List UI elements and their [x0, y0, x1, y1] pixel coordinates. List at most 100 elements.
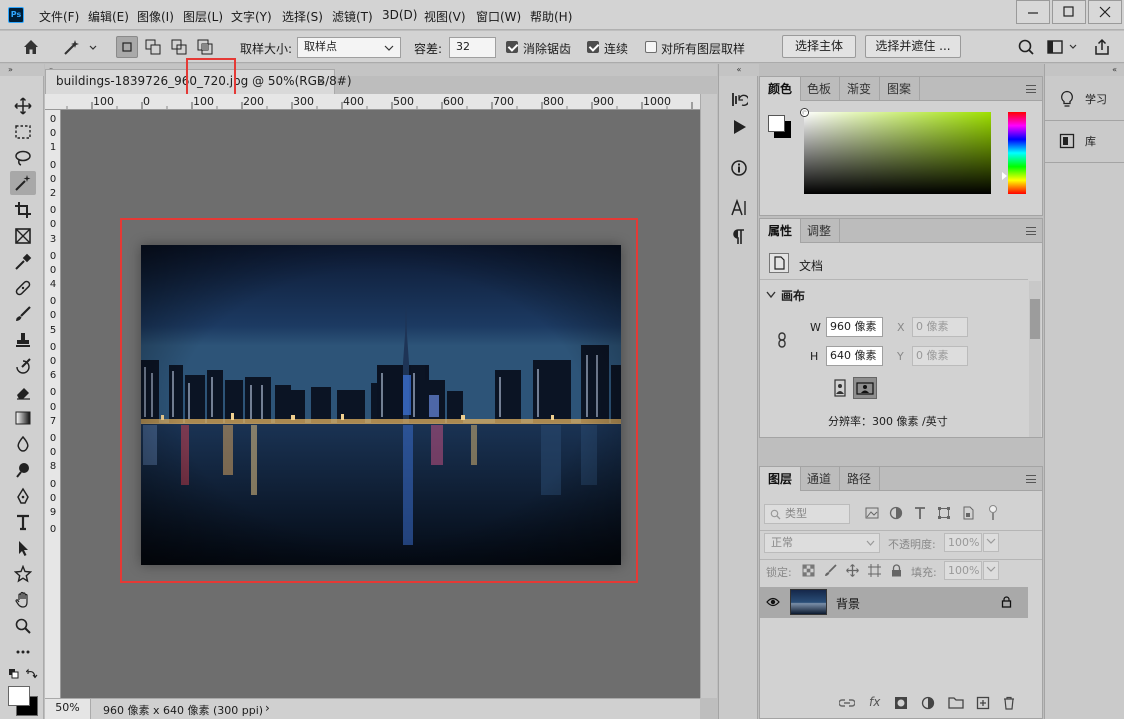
zoom-tool-icon[interactable] [10, 614, 36, 638]
marquee-tool-icon[interactable] [10, 120, 36, 144]
paragraph-panel-icon[interactable] [727, 226, 751, 248]
panel-menu-icon[interactable] [1026, 85, 1036, 93]
hue-slider-handle[interactable] [1002, 172, 1007, 180]
filter-type-icon[interactable] [913, 506, 927, 520]
menu-type[interactable]: 文字(Y) [231, 8, 272, 25]
menu-filter[interactable]: 滤镜(T) [332, 8, 373, 25]
tab-paths[interactable]: 路径 [839, 467, 881, 491]
filter-toggle[interactable] [989, 505, 997, 521]
menu-3d[interactable]: 3D(D) [382, 8, 417, 22]
new-fill-adjustment-icon[interactable] [921, 696, 935, 710]
path-selection-tool-icon[interactable] [10, 536, 36, 560]
type-tool-icon[interactable] [10, 510, 36, 534]
properties-scrollbar[interactable] [1029, 281, 1041, 437]
add-mask-icon[interactable] [894, 696, 908, 710]
color-picker-marker[interactable] [801, 109, 808, 116]
actions-play-icon[interactable] [727, 116, 751, 138]
toolbar-collapse[interactable]: » [0, 64, 44, 76]
home-icon[interactable] [20, 36, 42, 58]
pen-tool-icon[interactable] [10, 484, 36, 508]
panel-menu-icon[interactable] [1026, 227, 1036, 235]
tab-color[interactable]: 颜色 [760, 77, 802, 101]
tab-patterns[interactable]: 图案 [879, 77, 921, 101]
close-tab-icon[interactable]: × [316, 70, 326, 92]
blur-tool-icon[interactable] [10, 432, 36, 456]
filter-smart-object-icon[interactable] [961, 506, 975, 520]
vertical-scrollbar[interactable] [700, 94, 717, 698]
eye-visibility-icon[interactable] [766, 597, 780, 607]
history-panel-icon[interactable] [727, 88, 751, 110]
tab-layers[interactable]: 图层 [760, 467, 802, 491]
tab-swatches[interactable]: 色板 [799, 77, 841, 101]
menu-file[interactable]: 文件(F) [39, 8, 79, 25]
chevron-down-icon[interactable] [766, 291, 776, 299]
document-image[interactable] [141, 245, 621, 565]
character-panel-icon[interactable] [727, 197, 751, 219]
intersect-selection-icon[interactable] [194, 36, 216, 58]
fill-input[interactable]: 100% [944, 561, 982, 580]
tab-gradients[interactable]: 渐变 [839, 77, 881, 101]
eraser-tool-icon[interactable] [10, 380, 36, 404]
fg-color-chip[interactable] [768, 115, 785, 132]
new-layer-icon[interactable] [976, 696, 990, 710]
workspace-switcher[interactable] [1044, 36, 1084, 58]
tab-adjustments[interactable]: 调整 [799, 219, 841, 243]
default-colors-icon[interactable] [8, 668, 20, 680]
link-dimensions-icon[interactable] [777, 332, 789, 348]
filter-pixel-icon[interactable] [865, 506, 879, 520]
lock-all-icon[interactable] [890, 564, 903, 577]
minimize-button[interactable] [1016, 0, 1050, 24]
link-layers-icon[interactable] [839, 696, 855, 710]
share-icon[interactable] [1091, 36, 1113, 58]
select-subject-button[interactable]: 选择主体 [782, 35, 856, 58]
custom-shape-tool-icon[interactable] [10, 562, 36, 586]
menu-edit[interactable]: 编辑(E) [88, 8, 129, 25]
maximize-button[interactable] [1052, 0, 1086, 24]
layer-name[interactable]: 背景 [836, 595, 860, 612]
move-tool-icon[interactable] [10, 94, 36, 118]
zoom-level-field[interactable]: 50% [45, 699, 91, 719]
opacity-input[interactable]: 100% [944, 533, 982, 552]
brush-tool-icon[interactable] [10, 302, 36, 326]
scrollbar-thumb[interactable] [1030, 299, 1040, 339]
panel-menu-icon[interactable] [1026, 475, 1036, 483]
lock-position-icon[interactable] [846, 564, 859, 577]
status-menu-arrow[interactable]: › [265, 701, 270, 715]
height-input[interactable]: 640 像素 [826, 346, 883, 366]
history-brush-tool-icon[interactable] [10, 354, 36, 378]
libraries-panel-button[interactable]: 库 [1051, 124, 1121, 158]
menu-layer[interactable]: 图层(L) [183, 8, 223, 25]
midcol-collapse[interactable]: « [719, 64, 759, 76]
lock-transparent-icon[interactable] [802, 564, 815, 577]
add-to-selection-icon[interactable] [142, 36, 164, 58]
more-tools-icon[interactable] [10, 640, 36, 664]
menu-select[interactable]: 选择(S) [282, 8, 323, 25]
lock-pixels-icon[interactable] [824, 564, 837, 577]
menu-image[interactable]: 图像(I) [137, 8, 174, 25]
menu-window[interactable]: 窗口(W) [476, 8, 521, 25]
contiguous-checkbox[interactable] [587, 41, 599, 53]
healing-brush-tool-icon[interactable] [10, 276, 36, 300]
hand-tool-icon[interactable] [10, 588, 36, 612]
lock-artboard-icon[interactable] [868, 564, 881, 577]
close-window-button[interactable] [1088, 0, 1122, 24]
filter-shape-icon[interactable] [937, 506, 951, 520]
info-panel-icon[interactable] [727, 157, 751, 179]
filter-adjustment-icon[interactable] [889, 506, 903, 520]
learn-panel-button[interactable]: 学习 [1051, 82, 1121, 116]
gradient-tool-icon[interactable] [10, 406, 36, 430]
antialias-checkbox[interactable] [506, 41, 518, 53]
tolerance-input[interactable]: 32 [449, 37, 496, 58]
canvas-area[interactable] [61, 110, 700, 698]
fx-icon[interactable]: fx [869, 695, 880, 709]
width-input[interactable]: 960 像素 [826, 317, 883, 337]
hue-slider[interactable] [1002, 112, 1026, 194]
fill-dropdown[interactable] [983, 561, 999, 580]
tab-channels[interactable]: 通道 [799, 467, 841, 491]
x-input[interactable]: 0 像素 [912, 317, 968, 337]
new-group-icon[interactable] [948, 696, 964, 710]
farcol-collapse[interactable]: « [1045, 64, 1124, 76]
frame-tool-icon[interactable] [10, 224, 36, 248]
tab-properties[interactable]: 属性 [760, 219, 802, 243]
crop-tool-icon[interactable] [10, 198, 36, 222]
